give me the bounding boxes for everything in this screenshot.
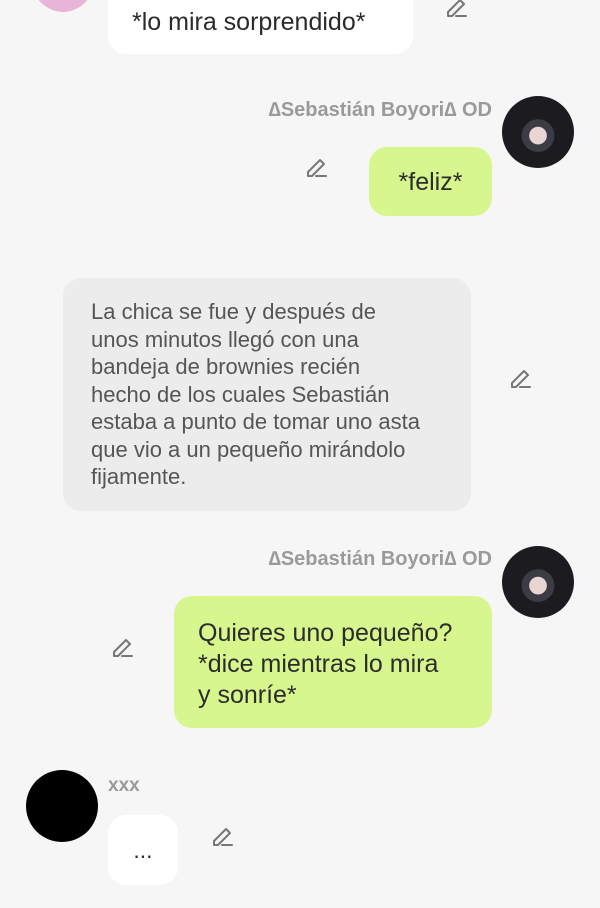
message-text: *feliz* bbox=[398, 167, 463, 196]
pencil-edit-icon bbox=[444, 0, 470, 27]
message-bubble-other: *lo mira sorprendido* bbox=[108, 0, 413, 54]
message-bubble-other: ... bbox=[108, 815, 178, 885]
message-text: Quieres uno pequeño? *dice mientras lo m… bbox=[198, 619, 453, 709]
message-bubble-user: *feliz* bbox=[369, 147, 492, 216]
sender-name: ∆Sebastián Boyori∆ OD bbox=[268, 548, 492, 570]
avatar-xxx[interactable] bbox=[26, 770, 98, 842]
edit-message-button[interactable] bbox=[208, 825, 238, 855]
edit-message-button[interactable] bbox=[506, 367, 536, 397]
message-bubble-user: Quieres uno pequeño? *dice mientras lo m… bbox=[174, 596, 492, 728]
pencil-edit-icon bbox=[210, 825, 236, 856]
avatar-sebastian[interactable] bbox=[502, 96, 574, 168]
message-text: ... bbox=[133, 836, 153, 863]
edit-message-button[interactable] bbox=[108, 636, 138, 666]
pencil-edit-icon bbox=[110, 636, 136, 667]
sender-name-xxx: xxx bbox=[108, 775, 140, 796]
message-text: *lo mira sorprendido* bbox=[132, 8, 366, 36]
narration-bubble: La chica se fue y después de unos minuto… bbox=[63, 278, 471, 511]
sender-name: ∆Sebastián Boyori∆ OD bbox=[268, 99, 492, 121]
pencil-edit-icon bbox=[304, 156, 330, 187]
edit-message-button[interactable] bbox=[442, 0, 472, 26]
avatar-sebastian[interactable] bbox=[502, 546, 574, 618]
edit-message-button[interactable] bbox=[302, 156, 332, 186]
avatar-top-partial[interactable] bbox=[30, 0, 96, 12]
pencil-edit-icon bbox=[508, 367, 534, 398]
narration-text: La chica se fue y después de unos minuto… bbox=[91, 299, 421, 489]
